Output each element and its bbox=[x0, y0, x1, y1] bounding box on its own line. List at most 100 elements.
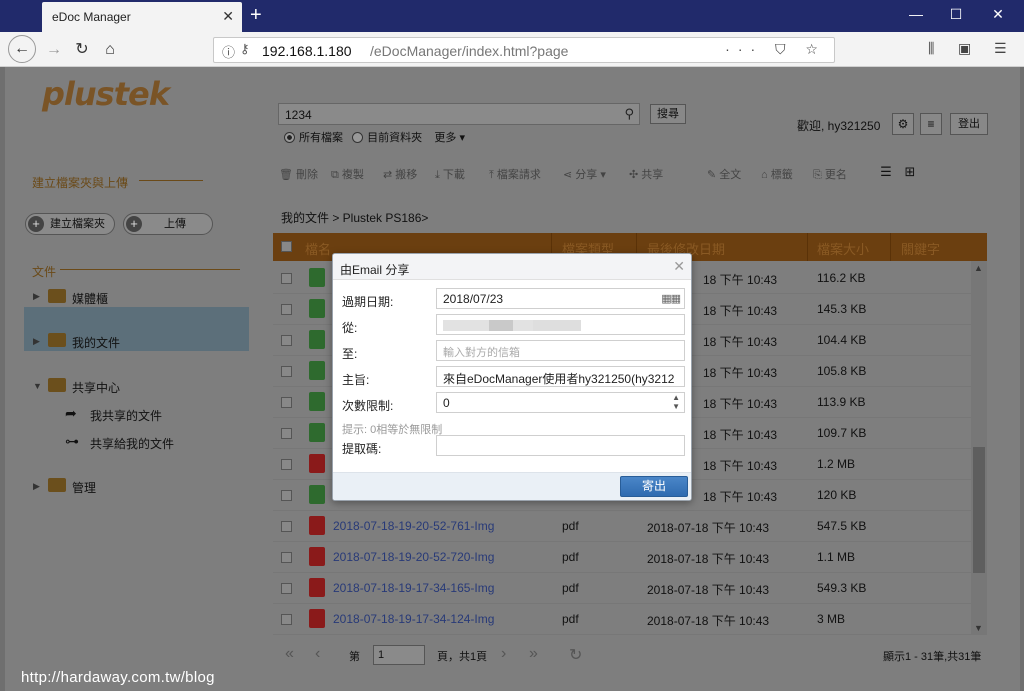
send-button[interactable]: 寄出 bbox=[620, 476, 688, 497]
create-folder-button[interactable]: + 建立檔案夾 bbox=[25, 213, 115, 235]
to-email-input[interactable]: 輸入對方的信箱 bbox=[436, 340, 685, 361]
reload-icon[interactable]: ↻ bbox=[70, 38, 94, 62]
col-size[interactable]: 檔案大小 bbox=[817, 239, 869, 258]
row-filename-link[interactable]: 2018-07-18-19-17-34-124-Img bbox=[333, 612, 494, 626]
settings-gear-icon[interactable]: ⚙ bbox=[892, 113, 914, 135]
row-checkbox[interactable] bbox=[281, 304, 292, 315]
cooperate-button[interactable]: ✣ 共享 bbox=[629, 166, 663, 182]
radio-current-folder[interactable] bbox=[352, 132, 364, 143]
row-date: 18 下午 10:43 bbox=[703, 335, 778, 349]
radio-all-files[interactable] bbox=[284, 132, 295, 143]
pdf-file-icon bbox=[309, 609, 325, 628]
row-checkbox[interactable] bbox=[281, 521, 292, 532]
expand-arrow-icon[interactable]: ▶ bbox=[33, 336, 40, 347]
search-icon[interactable]: ⚲ bbox=[624, 106, 634, 122]
limit-stepper[interactable]: 0 ▲ ▼ bbox=[436, 392, 685, 413]
info-icon[interactable]: ⓘ bbox=[222, 42, 235, 61]
page-actions-icon[interactable]: ··· ⛉ ☆ bbox=[725, 41, 826, 58]
forward-icon[interactable]: → bbox=[42, 38, 66, 62]
home-icon[interactable]: ⌂ bbox=[98, 38, 122, 62]
subject-input[interactable]: 來自eDocManager使用者hy321250(hy3212 bbox=[436, 366, 685, 387]
search-input[interactable]: 1234 ⚲ bbox=[278, 103, 640, 125]
delete-button[interactable]: 🗑 刪除 bbox=[279, 166, 318, 182]
expire-date-field[interactable]: 2018/07/23 ▦▦ bbox=[436, 288, 685, 309]
library-icon[interactable]: ⫼ bbox=[928, 40, 934, 57]
calendar-icon[interactable]: ▦▦ bbox=[661, 292, 681, 305]
col-keyword[interactable]: 關鍵字 bbox=[901, 239, 940, 258]
limit-label: 次數限制: bbox=[342, 399, 394, 413]
tree-item-shared-with-me[interactable]: 共享給我的文件 bbox=[90, 435, 174, 452]
row-checkbox[interactable] bbox=[281, 583, 292, 594]
back-icon[interactable]: ← bbox=[8, 35, 36, 63]
file-request-button[interactable]: ⤒ 檔案請求 bbox=[489, 166, 541, 182]
row-checkbox[interactable] bbox=[281, 366, 292, 377]
upload-button[interactable]: + 上傳 bbox=[123, 213, 213, 235]
row-checkbox[interactable] bbox=[281, 335, 292, 346]
tag-button[interactable]: ⌂ 標籤 bbox=[761, 166, 793, 182]
row-filename-link[interactable]: 2018-07-18-19-20-52-720-Img bbox=[333, 550, 494, 564]
table-row[interactable]: 2018-07-18-19-17-34-165-Img pdf 2018-07-18… bbox=[273, 573, 987, 604]
share-button[interactable]: ⋖ 分享 ▾ bbox=[563, 166, 606, 182]
grid-view-icon[interactable]: ⊞ bbox=[900, 164, 920, 182]
fulltext-button[interactable]: ✎ 全文 bbox=[707, 166, 741, 182]
row-size: 547.5 KB bbox=[817, 519, 867, 533]
from-field[interactable] bbox=[436, 314, 685, 335]
prev-page-icon[interactable]: ‹ bbox=[315, 645, 320, 663]
row-checkbox[interactable] bbox=[281, 552, 292, 563]
row-checkbox[interactable] bbox=[281, 428, 292, 439]
row-checkbox[interactable] bbox=[281, 614, 292, 625]
row-date: 18 下午 10:43 bbox=[703, 304, 778, 318]
new-tab-icon[interactable]: + bbox=[250, 4, 262, 26]
tree-item-share-center[interactable]: 共享中心 bbox=[72, 379, 120, 396]
maximize-icon[interactable]: ☐ bbox=[946, 6, 966, 23]
copy-button[interactable]: ⧉ 複製 bbox=[331, 166, 364, 182]
table-row[interactable]: 2018-07-18-19-20-52-720-Img pdf 2018-07-18… bbox=[273, 542, 987, 573]
tree-item-my-docs[interactable]: 我的文件 bbox=[72, 334, 120, 351]
scroll-down-icon[interactable]: ▼ bbox=[974, 623, 983, 633]
pdf-file-icon bbox=[309, 454, 325, 473]
menu-icon[interactable]: ☰ bbox=[994, 40, 1007, 57]
to-placeholder: 輸入對方的信箱 bbox=[443, 347, 520, 359]
tree-item-my-shared[interactable]: 我共享的文件 bbox=[90, 407, 162, 424]
row-checkbox[interactable] bbox=[281, 490, 292, 501]
row-checkbox[interactable] bbox=[281, 273, 292, 284]
tree-item-media[interactable]: 媒體櫃 bbox=[72, 290, 108, 307]
move-button[interactable]: ⇄ 搬移 bbox=[383, 166, 417, 182]
expand-arrow-icon[interactable]: ▶ bbox=[33, 291, 40, 302]
rename-button[interactable]: ⎘ 更名 bbox=[813, 166, 847, 182]
row-checkbox[interactable] bbox=[281, 459, 292, 470]
table-row[interactable]: 2018-07-18-19-20-52-761-Img pdf 2018-07-18… bbox=[273, 511, 987, 542]
expand-arrow-icon[interactable]: ▶ bbox=[33, 481, 40, 492]
row-filename-link[interactable]: 2018-07-18-19-20-52-761-Img bbox=[333, 519, 494, 533]
refresh-icon[interactable]: ↻ bbox=[569, 645, 582, 665]
collapse-arrow-icon[interactable]: ▼ bbox=[33, 381, 42, 391]
scroll-thumb[interactable] bbox=[973, 447, 985, 573]
select-all-checkbox[interactable] bbox=[281, 241, 292, 252]
list-menu-icon[interactable]: ≡ bbox=[920, 113, 942, 135]
sidebar-toggle-icon[interactable]: ▣ bbox=[958, 40, 971, 57]
table-row[interactable]: 2018-07-18-19-17-34-124-Img pdf 2018-07-18… bbox=[273, 604, 987, 635]
list-view-icon[interactable]: ☰ bbox=[876, 164, 896, 182]
table-scrollbar[interactable]: ▲ ▼ bbox=[971, 261, 987, 635]
browser-tab[interactable]: eDoc Manager ✕ bbox=[42, 2, 242, 32]
code-input[interactable] bbox=[436, 435, 685, 456]
spin-arrows-icon[interactable]: ▲ ▼ bbox=[672, 393, 680, 411]
window-close-icon[interactable]: ✕ bbox=[988, 6, 1008, 23]
logout-button[interactable]: 登出 bbox=[950, 113, 988, 135]
last-page-icon[interactable]: » bbox=[529, 645, 538, 663]
minimize-icon[interactable]: — bbox=[906, 6, 926, 22]
first-page-icon[interactable]: « bbox=[285, 645, 294, 663]
tab-close-icon[interactable]: ✕ bbox=[222, 8, 234, 25]
col-name[interactable]: 檔名 bbox=[305, 239, 331, 258]
download-button[interactable]: ⤓ 下載 bbox=[435, 166, 465, 182]
dialog-close-icon[interactable]: ✕ bbox=[673, 258, 685, 275]
row-filename-link[interactable]: 2018-07-18-19-17-34-165-Img bbox=[333, 581, 494, 595]
scroll-up-icon[interactable]: ▲ bbox=[974, 263, 983, 273]
next-page-icon[interactable]: › bbox=[501, 645, 506, 663]
more-dropdown[interactable]: 更多 bbox=[434, 132, 456, 144]
page-number-input[interactable]: 1 bbox=[373, 645, 425, 665]
search-button[interactable]: 搜尋 bbox=[650, 104, 686, 124]
url-bar[interactable]: ⓘ ⚷ 192.168.1.180 /eDocManager/index.htm… bbox=[213, 37, 835, 63]
tree-item-admin[interactable]: 管理 bbox=[72, 479, 96, 496]
row-checkbox[interactable] bbox=[281, 397, 292, 408]
